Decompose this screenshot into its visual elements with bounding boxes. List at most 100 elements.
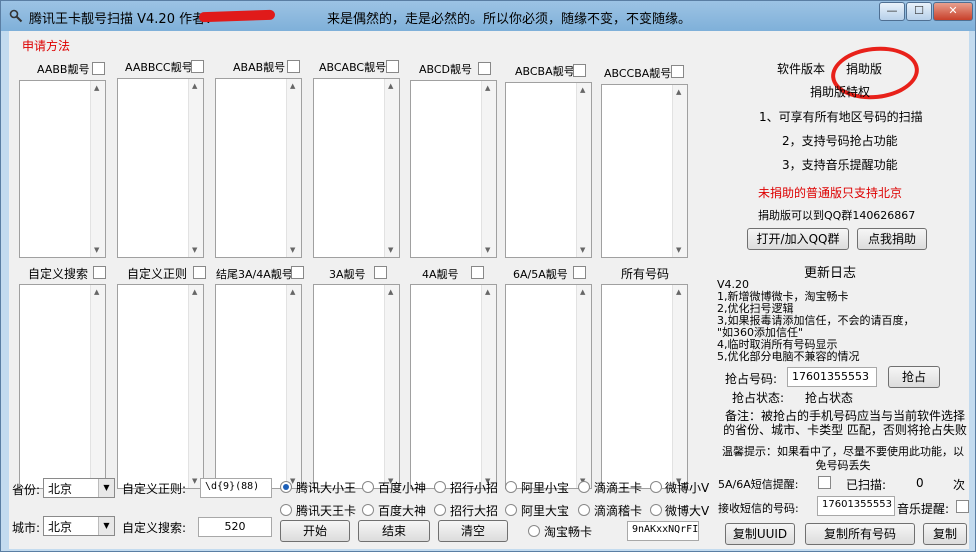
list-custom-regex[interactable]: ▲ ▼	[117, 284, 204, 489]
list-3a[interactable]: ▲ ▼	[313, 284, 400, 489]
radio-label: 滴滴王卡	[594, 481, 643, 495]
category-checkbox-abab[interactable]	[287, 60, 300, 73]
category-label-aabb: AABB靓号	[37, 63, 90, 76]
scrollbar[interactable]: ▲▼	[90, 81, 105, 257]
list-abcabc[interactable]: ▲ ▼	[313, 78, 400, 258]
privilege-2: 2，支持号码抢占功能	[782, 134, 898, 148]
category-label-4a: 4A靓号	[422, 268, 459, 281]
scrollbar[interactable]: ▲▼	[672, 285, 687, 488]
tip-text: 温馨提示：如果看中了，尽量不要使用此功能，以免号码丢失	[722, 445, 964, 472]
radio-ali-small[interactable]	[505, 481, 517, 493]
category-checkbox-ending-3a4a[interactable]	[291, 266, 304, 279]
radio-label: 招行大招	[450, 504, 499, 518]
copy-button[interactable]: 复制	[923, 523, 967, 545]
list-4a[interactable]: ▲ ▼	[410, 284, 497, 489]
clear-button[interactable]: 清空	[438, 520, 508, 542]
category-checkbox-6a5a[interactable]	[573, 266, 586, 279]
list-all-numbers[interactable]: ▲ ▼	[601, 284, 688, 489]
grab-number-input[interactable]: 17601355553	[787, 367, 877, 387]
category-checkbox-custom-regex[interactable]	[193, 266, 206, 279]
close-button[interactable]: ✕	[933, 2, 973, 21]
category-checkbox-aabb[interactable]	[92, 62, 105, 75]
copy-uuid-button[interactable]: 复制UUID	[725, 523, 795, 545]
music-remind-checkbox[interactable]	[956, 500, 969, 513]
sms-number-label: 接收短信的号码:	[718, 502, 799, 515]
chevron-down-icon: ▼	[98, 479, 114, 497]
join-qq-group-button[interactable]: 打开/加入QQ群	[747, 228, 849, 250]
list-abab[interactable]: ▲ ▼	[215, 78, 302, 258]
category-checkbox-abcba[interactable]	[573, 64, 586, 77]
category-checkbox-4a[interactable]	[471, 266, 484, 279]
category-checkbox-abcabc[interactable]	[386, 60, 399, 73]
province-select[interactable]: 北京 ▼	[43, 478, 115, 498]
donate-button[interactable]: 点我捐助	[857, 228, 927, 250]
start-button[interactable]: 开始	[280, 520, 350, 542]
changelog-list: V4.20 1,新增微博微卡，淘宝畅卡 2,优化扫号逻辑 3,如果报毒请添加信任…	[717, 279, 967, 363]
radio-ali-big[interactable]	[505, 504, 517, 516]
privilege-3: 3，支持音乐提醒功能	[782, 158, 898, 172]
grab-button[interactable]: 抢占	[888, 366, 940, 388]
copy-all-numbers-button[interactable]: 复制所有号码	[805, 523, 915, 545]
window-title: 腾讯王卡靓号扫描 V4.20 作者：	[29, 12, 219, 27]
category-checkbox-abcd[interactable]	[478, 62, 491, 75]
category-label-aabbcc: AABBCC靓号	[125, 61, 193, 74]
category-checkbox-3a[interactable]	[374, 266, 387, 279]
city-select[interactable]: 北京 ▼	[43, 516, 115, 536]
list-6a5a[interactable]: ▲▼	[505, 284, 592, 489]
scrollbar[interactable]: ▲▼	[576, 83, 591, 257]
scrollbar[interactable]: ▲▼	[384, 79, 399, 257]
apply-method-link[interactable]: 申请方法	[22, 37, 70, 54]
sms-remind-label: 5A/6A短信提醒:	[718, 478, 799, 491]
main-window: 腾讯王卡靓号扫描 V4.20 作者： 来是偶然的，走是必然的。所以你必须，随缘不…	[0, 0, 976, 552]
category-checkbox-abccba[interactable]	[671, 65, 684, 78]
scrollbar[interactable]: ▲▼	[90, 285, 105, 488]
scrollbar[interactable]: ▲▼	[481, 81, 496, 257]
minimize-button[interactable]: —	[879, 2, 905, 21]
list-custom-search[interactable]: ▲▼	[19, 284, 106, 489]
stop-button[interactable]: 结束	[358, 520, 430, 542]
radio-tencent-small-king[interactable]	[280, 481, 292, 493]
uuid-field[interactable]: 9nAKxxNQrFI	[627, 521, 699, 541]
redacted-author	[198, 9, 276, 23]
category-checkbox-custom-search[interactable]	[93, 266, 106, 279]
list-aabb[interactable]: ▲ ▼	[19, 80, 106, 258]
radio-baidu-small-god[interactable]	[362, 481, 374, 493]
category-label-abcabc: ABCABC靓号	[319, 61, 387, 74]
radio-didi-ji[interactable]	[578, 504, 590, 516]
custom-search-input[interactable]: 520	[198, 517, 272, 537]
scrollbar[interactable]: ▲▼	[481, 285, 496, 488]
music-remind-label: 音乐提醒:	[897, 502, 950, 516]
category-label-custom-regex: 自定义正则	[127, 267, 188, 281]
radio-tencent-king-card[interactable]	[280, 504, 292, 516]
privilege-title: 捐助版特权	[810, 85, 871, 99]
category-checkbox-aabbcc[interactable]	[191, 60, 204, 73]
list-ending-3a4a[interactable]: ▲ ▼	[215, 284, 302, 489]
radio-weibo-small[interactable]	[650, 481, 662, 493]
category-label-abab: ABAB靓号	[233, 61, 286, 74]
list-abcba[interactable]: ▲ ▼	[505, 82, 592, 258]
category-label-custom-search: 自定义搜索	[28, 267, 89, 281]
sms-number-input[interactable]: 17601355553	[817, 496, 895, 516]
scrollbar[interactable]: ▲▼	[188, 79, 203, 257]
maximize-button[interactable]: ☐	[906, 2, 932, 21]
list-abccba[interactable]: ▲ ▼	[601, 84, 688, 258]
sms-remind-checkbox[interactable]	[818, 476, 831, 489]
scrollbar[interactable]: ▲▼	[576, 285, 591, 488]
radio-baidu-big-god[interactable]	[362, 504, 374, 516]
custom-regex-input[interactable]: \d{9}(88)	[200, 478, 272, 498]
custom-search-label: 自定义搜索:	[122, 521, 187, 535]
list-aabbcc[interactable]: ▲ ▼	[117, 78, 204, 258]
radio-didi-king[interactable]	[578, 481, 590, 493]
radio-taobao-changka[interactable]	[528, 525, 540, 537]
category-label-abcba: ABCBA靓号	[515, 65, 575, 78]
radio-cmb-small[interactable]	[434, 481, 446, 493]
list-abcd[interactable]: ▲ ▼	[410, 80, 497, 258]
warning-text: 未捐助的普通版只支持北京	[758, 186, 903, 200]
scrollbar[interactable]: ▲▼	[286, 285, 301, 488]
scrollbar[interactable]: ▲▼	[672, 85, 687, 257]
scrollbar[interactable]: ▲▼	[188, 285, 203, 488]
scrollbar[interactable]: ▲▼	[384, 285, 399, 488]
scrollbar[interactable]: ▲▼	[286, 79, 301, 257]
radio-weibo-big[interactable]	[650, 504, 662, 516]
radio-cmb-big[interactable]	[434, 504, 446, 516]
